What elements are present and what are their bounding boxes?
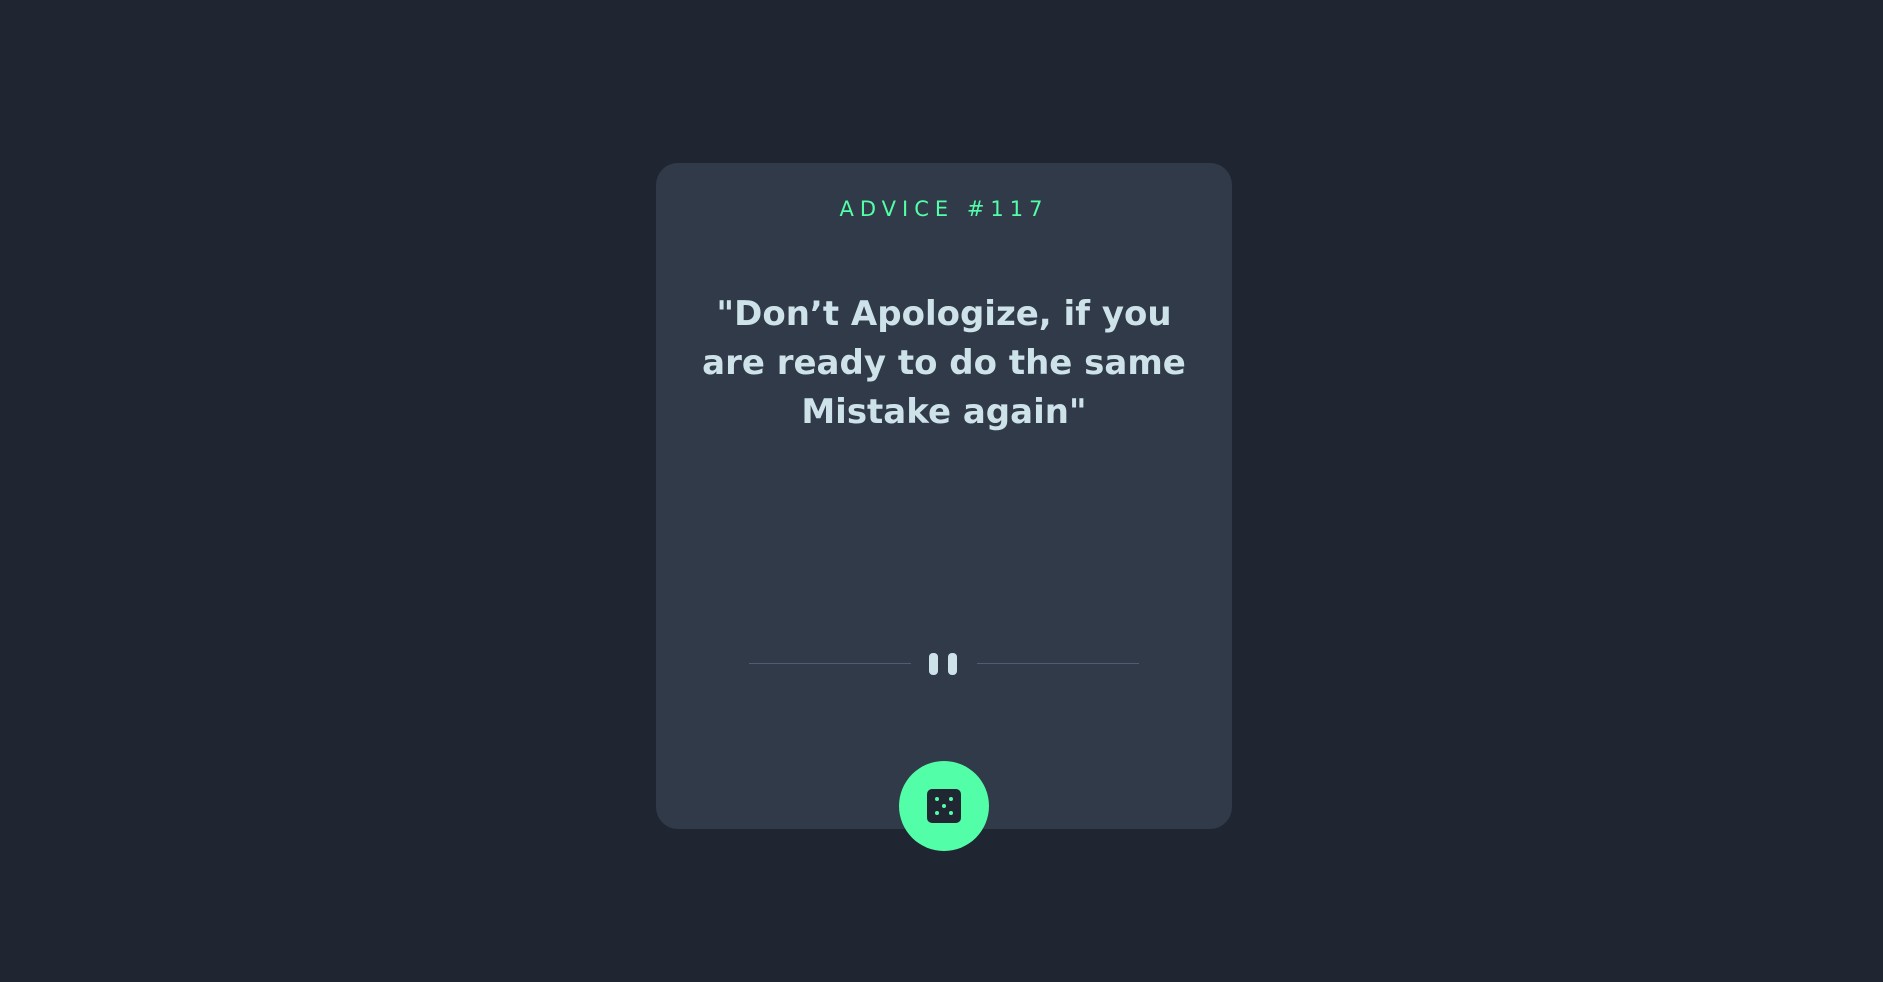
generate-advice-button[interactable] [899, 761, 989, 851]
divider-line-left [749, 663, 911, 664]
pattern-divider [749, 653, 1139, 675]
divider-line-right [977, 663, 1139, 664]
dice-dot [949, 811, 953, 815]
advice-id-label: ADVICE #117 [839, 197, 1049, 221]
advice-quote: "Don’t Apologize, if you are ready to do… [702, 294, 1186, 432]
pause-icon [929, 653, 959, 675]
advice-card: ADVICE #117 "Don’t Apologize, if you are… [656, 163, 1232, 829]
dice-dot [949, 797, 953, 801]
dice-dot [935, 811, 939, 815]
dice-dot [942, 804, 946, 808]
pause-bar-right [948, 653, 957, 675]
pause-bar-left [929, 653, 938, 675]
dice-dot [935, 797, 939, 801]
dice-icon [927, 789, 961, 823]
